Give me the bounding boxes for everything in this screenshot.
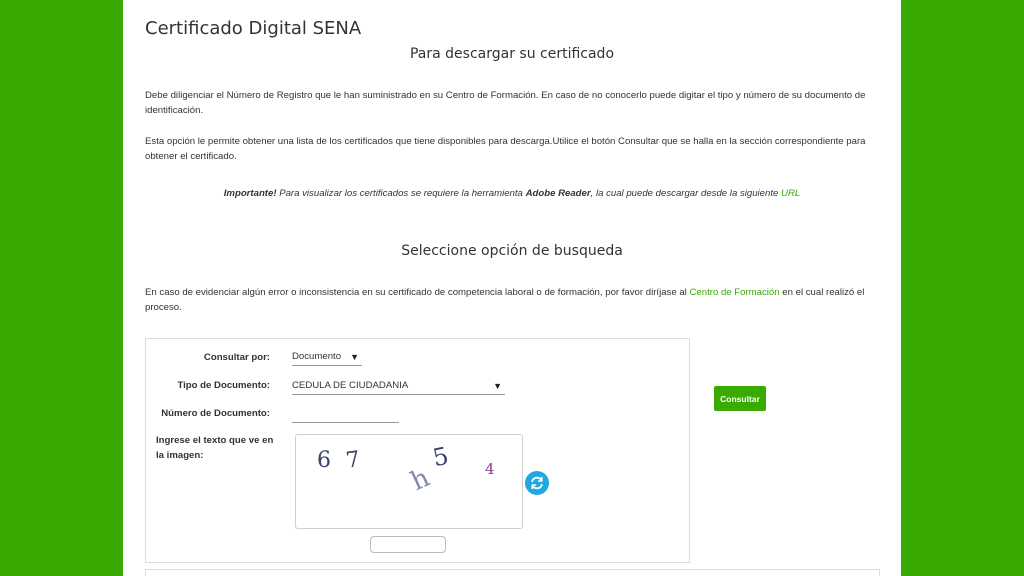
consultar-por-label: Consultar por: (203, 352, 270, 363)
numero-documento-label: Número de Documento: (161, 408, 270, 419)
intro-paragraph-2: Esta opción le permite obtener una lista… (145, 136, 866, 162)
page-title: Certificado Digital SENA (145, 18, 362, 39)
caret-down-icon: ▼ (493, 381, 502, 391)
note-text-2: , la cual puede descargar desde la sigui… (590, 188, 782, 199)
important-label: Importante! (223, 188, 277, 199)
caret-down-icon: ▼ (350, 352, 359, 362)
tipo-documento-label: Tipo de Documento: (177, 380, 270, 391)
numero-documento-input[interactable] (292, 407, 399, 423)
consultar-button[interactable]: Consultar (714, 386, 766, 411)
captcha-label: Ingrese el texto que ve en la imagen: (156, 435, 274, 461)
results-panel (145, 569, 880, 576)
captcha-image: 6 7 h 5 4 (295, 434, 523, 529)
captcha-char: 6 (317, 448, 331, 473)
search-heading: Seleccione opción de busqueda (401, 243, 623, 259)
main-content-panel: Certificado Digital SENA Para descargar … (123, 0, 901, 576)
section-subtitle: Para descargar su certificado (409, 46, 615, 62)
error-text-1: En caso de evidenciar algún error o inco… (145, 287, 690, 298)
refresh-icon (531, 476, 543, 490)
refresh-captcha-button[interactable] (525, 471, 549, 495)
note-text-1: Para visualizar los certificados se requ… (276, 188, 526, 199)
important-note: Importante! Para visualizar los certific… (123, 188, 901, 199)
captcha-char: 7 (344, 447, 362, 474)
tipo-documento-select[interactable]: CEDULA DE CIUDADANIA ▼ (292, 379, 505, 395)
tipo-documento-value: CEDULA DE CIUDADANIA (292, 380, 409, 391)
consultar-por-select[interactable]: Documento ▼ (292, 350, 362, 366)
centro-formacion-link[interactable]: Centro de Formación (689, 287, 779, 298)
url-link[interactable]: URL (781, 188, 800, 199)
search-form: Consultar por: Documento ▼ Tipo de Docum… (145, 338, 690, 563)
adobe-reader-label: Adobe Reader (525, 188, 591, 199)
error-paragraph: En caso de evidenciar algún error o inco… (145, 285, 885, 315)
consultar-por-value: Documento (292, 351, 342, 362)
captcha-char: 5 (430, 441, 452, 473)
captcha-char: h (406, 462, 435, 498)
captcha-input[interactable] (370, 536, 446, 553)
captcha-char: 4 (485, 460, 495, 478)
intro-paragraph-1: Debe diligenciar el Número de Registro q… (145, 90, 866, 116)
